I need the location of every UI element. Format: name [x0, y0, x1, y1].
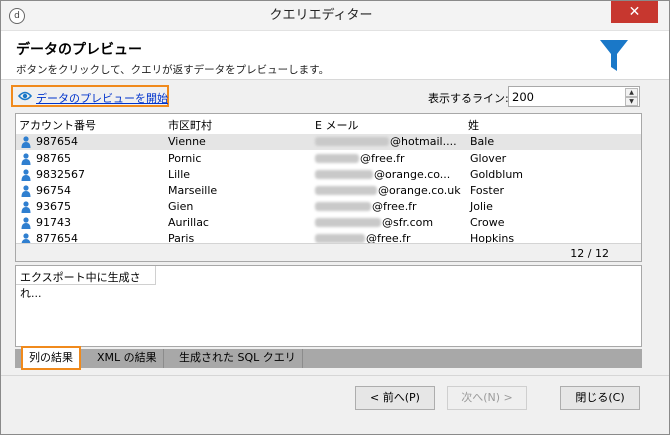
user-icon — [21, 185, 31, 197]
user-icon — [21, 201, 31, 213]
cell-city: Vienne — [168, 135, 206, 148]
spin-down-button[interactable]: ▼ — [625, 97, 638, 106]
lines-spinner[interactable]: 200 ▲ ▼ — [508, 86, 640, 107]
cell-surname: Jolie — [470, 200, 493, 213]
cell-city: Paris — [168, 232, 195, 243]
cell-surname: Glover — [470, 152, 507, 165]
title-bar: d クエリエディター ✕ — [1, 1, 669, 31]
table-row[interactable]: 96754 Marseille @orange.co.uk Foster — [16, 183, 641, 199]
preview-grid[interactable]: アカウント番号 市区町村 E メール 姓 987654 Vienne @hotm… — [15, 113, 642, 262]
cell-account: 987654 — [36, 135, 78, 148]
user-icon — [21, 169, 31, 181]
cell-account: 877654 — [36, 232, 78, 243]
cell-email: @free.fr — [315, 200, 417, 213]
tab-xml-results[interactable]: XML の結果 — [91, 349, 164, 368]
close-window-button[interactable]: ✕ — [611, 1, 658, 23]
funnel-icon — [600, 40, 628, 71]
cell-account: 91743 — [36, 216, 71, 229]
export-panel[interactable]: エクスポート中に生成され... — [15, 265, 642, 347]
cell-email: @orange.co.uk — [315, 184, 461, 197]
column-header-city[interactable]: 市区町村 — [168, 117, 212, 133]
lines-label: 表示するライン: — [428, 92, 509, 105]
page-subtitle: ボタンをクリックして、クエリが返すデータをプレビューします。 — [16, 64, 330, 76]
cell-city: Marseille — [168, 184, 218, 197]
cell-surname: Goldblum — [470, 168, 524, 181]
spin-up-button[interactable]: ▲ — [625, 88, 638, 97]
cell-city: Lille — [168, 168, 191, 181]
lines-input[interactable]: 200 — [512, 90, 534, 104]
prev-button[interactable]: < 前へ(P) — [355, 386, 435, 410]
cell-surname: Foster — [470, 184, 504, 197]
table-row[interactable]: 98765 Pornic @free.fr Glover — [16, 151, 641, 167]
page-title: データのプレビュー — [16, 42, 142, 58]
tab-column-results[interactable]: 列の結果 — [21, 346, 81, 370]
user-icon — [21, 217, 31, 229]
table-row[interactable]: 93675 Gien @free.fr Jolie — [16, 199, 641, 215]
start-preview-link[interactable]: データのプレビューを開始 — [36, 90, 168, 106]
column-header-account[interactable]: アカウント番号 — [19, 117, 96, 133]
cell-surname: Hopkins — [470, 232, 515, 243]
table-row[interactable]: 877654 Paris @free.fr Hopkins — [16, 231, 641, 243]
table-row[interactable]: 9832567 Lille @orange.co... Goldblum — [16, 167, 641, 183]
grid-footer: 12 / 12 — [16, 243, 641, 261]
result-tabs: 列の結果 XML の結果 生成された SQL クエリ — [15, 346, 642, 370]
row-count: 12 / 12 — [570, 247, 609, 260]
export-status-cell: エクスポート中に生成され... — [16, 266, 156, 300]
cell-email: @free.fr — [315, 152, 405, 165]
cell-account: 96754 — [36, 184, 71, 197]
cell-city: Gien — [168, 200, 194, 213]
eye-icon — [18, 91, 32, 101]
user-icon — [21, 136, 31, 148]
cell-email: @free.fr — [315, 232, 411, 243]
window-title: クエリエディター — [269, 8, 373, 23]
cell-account: 9832567 — [36, 168, 85, 181]
grid-header: アカウント番号 市区町村 E メール 姓 — [16, 114, 641, 132]
column-header-email[interactable]: E メール — [315, 117, 358, 133]
next-button[interactable]: 次へ(N) > — [447, 386, 527, 410]
user-icon — [21, 233, 31, 243]
cell-city: Aurillac — [168, 216, 209, 229]
close-button[interactable]: 閉じる(C) — [560, 386, 640, 410]
cell-account: 98765 — [36, 152, 71, 165]
cell-account: 93675 — [36, 200, 71, 213]
cell-surname: Bale — [470, 135, 495, 148]
cell-surname: Crowe — [470, 216, 505, 229]
export-status-text: エクスポート中に生成され... — [20, 271, 141, 300]
query-editor-window: d クエリエディター ✕ データのプレビュー ボタンをクリックして、クエリが返す… — [0, 0, 670, 435]
tab-generated-sql[interactable]: 生成された SQL クエリ — [173, 349, 303, 368]
table-row[interactable]: 987654 Vienne @hotmail.... Bale — [16, 134, 641, 150]
cell-email: @sfr.com — [315, 216, 433, 229]
start-preview-highlight: データのプレビューを開始 — [11, 85, 169, 107]
user-icon — [21, 153, 31, 165]
cell-email: @orange.co... — [315, 168, 450, 181]
footer-divider — [1, 375, 669, 376]
page-header: データのプレビュー ボタンをクリックして、クエリが返すデータをプレビューします。 — [1, 31, 669, 80]
column-header-surname[interactable]: 姓 — [468, 117, 479, 133]
table-row[interactable]: 91743 Aurillac @sfr.com Crowe — [16, 215, 641, 231]
cell-email: @hotmail.... — [315, 135, 457, 148]
cell-city: Pornic — [168, 152, 202, 165]
